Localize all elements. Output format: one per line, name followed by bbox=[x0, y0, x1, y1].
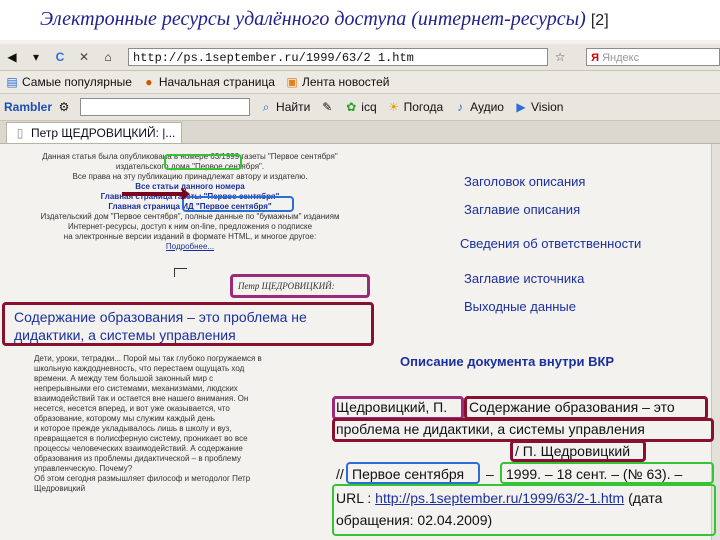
example-separator: – bbox=[486, 466, 494, 482]
link-issue-articles[interactable]: Все статьи данного номера bbox=[20, 182, 360, 192]
weather-label: Погода bbox=[403, 100, 444, 114]
flower-icon: ✿ bbox=[346, 100, 357, 114]
slide-title: Электронные ресурсы удалённого доступа (… bbox=[40, 8, 609, 31]
label-heading: Заголовок описания bbox=[464, 174, 586, 189]
link-more[interactable]: Подробнее... bbox=[20, 242, 360, 252]
label-source-title: Заглавие источника bbox=[464, 271, 585, 286]
header-line: Все права на эту публикацию принадлежат … bbox=[72, 172, 308, 181]
bookmark-news-feed[interactable]: ▣ Лента новостей bbox=[280, 75, 395, 89]
author-heading: Петр ЩЕДРОВИЦКИЙ: bbox=[238, 281, 335, 291]
header-line: Интернет-ресурсы, доступ к ним on-line, … bbox=[67, 222, 313, 231]
pen-icon: ✎ bbox=[322, 100, 333, 114]
audio-label: Аудио bbox=[470, 100, 504, 114]
example-source: Первое сентября bbox=[352, 466, 465, 482]
address-bar[interactable]: http://ps.1september.ru/1999/63/2 1.htm bbox=[128, 48, 549, 66]
play-icon: ▶ bbox=[516, 100, 526, 114]
reload-icon: C bbox=[55, 50, 65, 64]
article-title: Содержание образования – это проблема не… bbox=[14, 309, 307, 343]
bookmark-start-page[interactable]: ● Начальная страница bbox=[137, 75, 280, 89]
close-icon: ✕ bbox=[78, 50, 90, 64]
label-output: Выходные данные bbox=[464, 299, 577, 314]
example-responsibility: / П. Щедровицкий bbox=[515, 443, 631, 459]
example-url-link[interactable]: http://ps.1september.ru/1999/63/2-1.htm bbox=[375, 490, 624, 506]
label-responsibility: Сведения об ответственности bbox=[460, 236, 642, 251]
vision-button[interactable]: ▶ Vision bbox=[509, 100, 568, 114]
tab-bar: ▯ Петр ЩЕДРОВИЦКИЙ: |... bbox=[0, 121, 720, 144]
find-label: Найти bbox=[276, 100, 311, 114]
icq-button[interactable]: ✿ icq bbox=[339, 100, 381, 114]
tab-article[interactable]: ▯ Петр ЩЕДРОВИЦКИЙ: |... bbox=[6, 121, 183, 143]
search-engine-label: Яндекс bbox=[602, 52, 640, 64]
back-button[interactable]: ◀ bbox=[0, 50, 24, 64]
reload-button[interactable]: C bbox=[48, 50, 72, 64]
highlight-button[interactable]: ✎ bbox=[315, 100, 339, 114]
rambler-find-button[interactable]: ⌕ Найти bbox=[254, 100, 315, 114]
stop-button[interactable]: ✕ bbox=[72, 50, 96, 64]
vision-label: Vision bbox=[530, 100, 564, 114]
example-author: Щедровицкий, П. bbox=[336, 399, 448, 415]
bookmark-label: Начальная страница bbox=[158, 75, 275, 89]
example-title-part2: проблема не дидактики, а системы управле… bbox=[336, 421, 645, 437]
example-title-part1: Содержание образования – это bbox=[469, 399, 675, 415]
example-access-suffix: (дата bbox=[628, 490, 663, 506]
label-in-vkr: Описание документа внутри ВКР bbox=[400, 354, 615, 369]
rambler-logo: Rambler bbox=[4, 100, 53, 114]
bookmark-label: Самые популярные bbox=[22, 75, 132, 89]
bookmark-icon: ▤ bbox=[6, 75, 18, 89]
star-icon: ☆ bbox=[554, 50, 566, 64]
settings-button[interactable]: ⚙ bbox=[52, 100, 76, 114]
rambler-toolbar: Rambler ⚙ ⌕ Найти ✎ ✿ icq ☀ Погода ♪ Аудио ▶… bbox=[0, 94, 720, 121]
header-line: на электронные версии изданий в формате … bbox=[63, 232, 317, 241]
example-url-prefix: URL : bbox=[336, 490, 372, 506]
navigation-toolbar: ◀ ▾ C ✕ ⌂ http://ps.1september.ru/1999/6… bbox=[0, 44, 720, 71]
home-button[interactable]: ⌂ bbox=[96, 50, 120, 64]
page-checkbox[interactable] bbox=[174, 268, 187, 277]
pointer-arrow bbox=[122, 188, 190, 200]
example-source-prefix: // bbox=[336, 466, 344, 482]
bookmark-popular[interactable]: ▤ Самые популярные bbox=[0, 75, 137, 89]
arrow-left-icon: ◀ bbox=[7, 50, 17, 64]
audio-button[interactable]: ♪ Аудио bbox=[448, 100, 509, 114]
weather-button[interactable]: ☀ Погода bbox=[382, 100, 449, 114]
feed-icon: ▣ bbox=[286, 75, 298, 89]
icq-label: icq bbox=[361, 100, 377, 114]
newspaper-title-highlight bbox=[182, 196, 294, 212]
dropdown-button[interactable]: ▾ bbox=[24, 50, 48, 64]
example-access: обращения: 02.04.2009) bbox=[336, 512, 493, 528]
issue-number-highlight bbox=[164, 154, 242, 170]
header-line: Издательский дом "Первое сентября", полн… bbox=[40, 212, 340, 221]
label-title: Заглавие описания bbox=[464, 202, 581, 217]
rambler-search-input[interactable] bbox=[80, 98, 251, 116]
slide-title-note: [2] bbox=[590, 12, 609, 29]
firefox-icon: ● bbox=[145, 75, 153, 89]
page-content: Данная статья была опубликована в номере… bbox=[0, 144, 716, 540]
star-button[interactable]: ☆ bbox=[548, 50, 572, 64]
article-body: Дети, уроки, тетрадки... Порой мы так гл… bbox=[34, 354, 262, 493]
gear-icon: ⚙ bbox=[58, 100, 70, 114]
sun-icon: ☀ bbox=[388, 100, 399, 114]
search-icon: ⌕ bbox=[262, 100, 270, 114]
chevron-down-icon: ▾ bbox=[32, 50, 40, 64]
home-icon: ⌂ bbox=[104, 50, 112, 64]
search-input[interactable]: Я Яндекс bbox=[586, 48, 720, 66]
example-year: 1999. – 18 сент. – (№ 63). – bbox=[506, 466, 683, 482]
bookmark-label: Лента новостей bbox=[301, 75, 390, 89]
page-icon: ▯ bbox=[16, 125, 24, 140]
bookmarks-toolbar: ▤ Самые популярные ● Начальная страница ▣ Л… bbox=[0, 71, 720, 94]
slide-title-text: Электронные ресурсы удалённого доступа (… bbox=[40, 8, 586, 30]
audio-icon: ♪ bbox=[457, 100, 464, 114]
tab-title: Петр ЩЕДРОВИЦКИЙ: |... bbox=[31, 125, 176, 140]
